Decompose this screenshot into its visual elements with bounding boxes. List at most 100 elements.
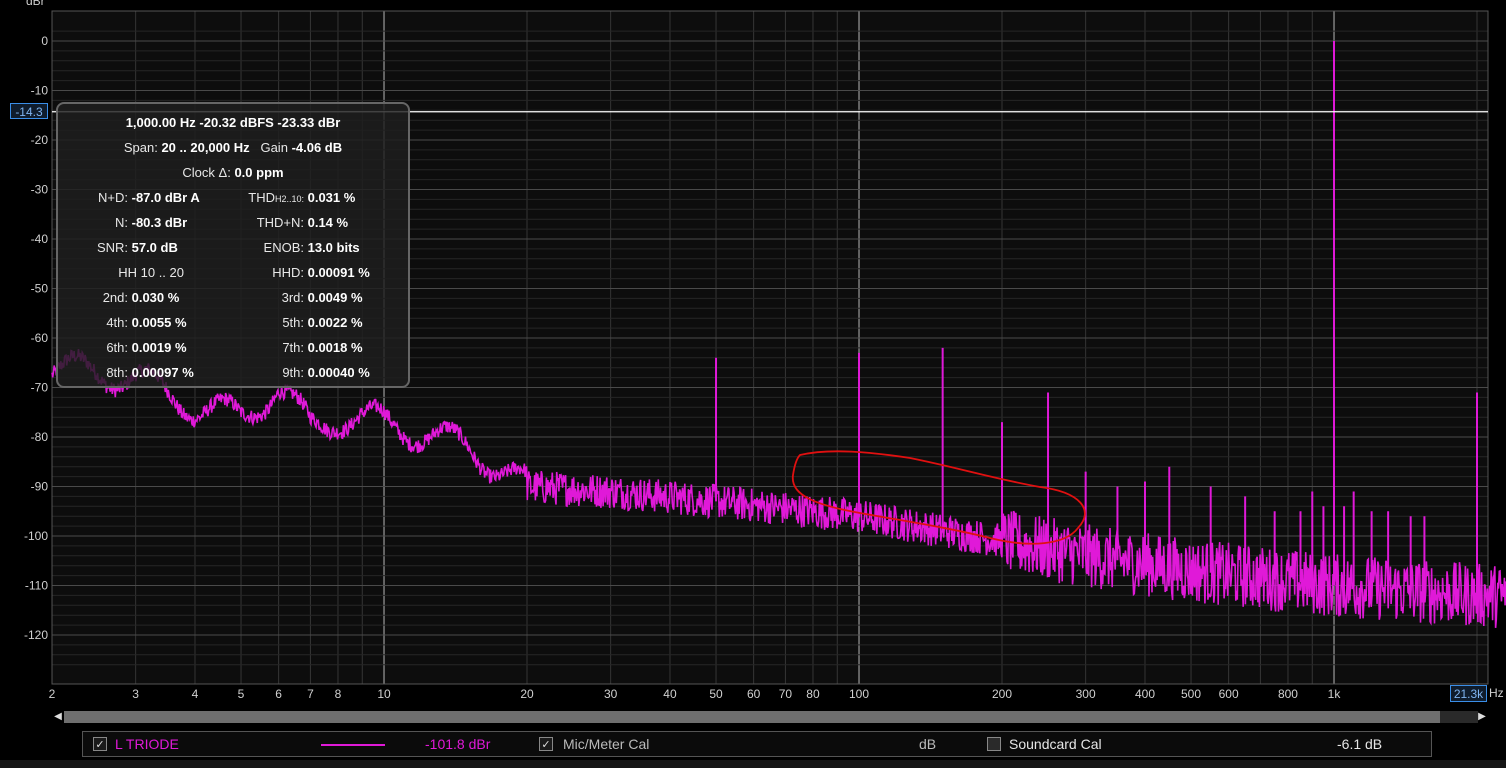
clock-value: 0.0 ppm bbox=[234, 165, 284, 180]
overlay-stat-right: 3rd: 0.0049 % bbox=[208, 290, 363, 305]
y-tick-label: -120 bbox=[24, 628, 48, 642]
overlay-stat-right: 9th: 0.00040 % bbox=[208, 365, 370, 380]
x-tick-label: 200 bbox=[992, 687, 1012, 701]
measurement-overlay[interactable]: 1,000.00 Hz -20.32 dBFS -23.33 dBr Span:… bbox=[56, 102, 410, 388]
overlay-stat-left: HH 10 .. 20 bbox=[58, 265, 184, 280]
x-unit-label: Hz bbox=[1489, 686, 1504, 700]
x-tick-label: 40 bbox=[663, 687, 677, 701]
overlay-stat-value: 13.0 bits bbox=[304, 240, 360, 255]
y-tick-label: -40 bbox=[31, 232, 49, 246]
y-unit-label: dBr bbox=[26, 0, 45, 8]
overlay-stat-label: 4th: bbox=[106, 315, 128, 330]
x-tick-label: 3 bbox=[132, 687, 139, 701]
overlay-stat-value: 0.0022 % bbox=[304, 315, 363, 330]
y-tick-label: -20 bbox=[31, 133, 49, 147]
overlay-stat-left: SNR: 57.0 dB bbox=[58, 240, 178, 255]
overlay-stat-value: 0.00091 % bbox=[304, 265, 370, 280]
y-tick-label: -10 bbox=[31, 84, 49, 98]
y-tick-label: -80 bbox=[31, 430, 49, 444]
x-tick-label: 2 bbox=[49, 687, 56, 701]
overlay-stat-label: 9th: bbox=[282, 365, 304, 380]
x-tick-label: 6 bbox=[275, 687, 282, 701]
status-strip bbox=[0, 760, 1506, 768]
overlay-stat-left: N: -80.3 dBr bbox=[58, 215, 187, 230]
y-tick-label: -110 bbox=[25, 579, 48, 593]
span-label: Span: bbox=[123, 140, 158, 155]
mic-cal-label[interactable]: Mic/Meter Cal bbox=[563, 736, 649, 752]
x-tick-label: 400 bbox=[1135, 687, 1155, 701]
soundcard-cal-label[interactable]: Soundcard Cal bbox=[1009, 736, 1102, 752]
overlay-stat-left: 4th: 0.0055 % bbox=[58, 315, 187, 330]
overlay-stat-right: 7th: 0.0018 % bbox=[208, 340, 362, 355]
soundcard-cal-checkbox[interactable]: ✓ bbox=[987, 737, 1001, 751]
gain-label: Gain bbox=[260, 140, 288, 155]
overlay-stat-left: 8th: 0.00097 % bbox=[58, 365, 194, 380]
overlay-stat-value: 0.14 % bbox=[304, 215, 349, 230]
overlay-stat-value: 0.0055 % bbox=[128, 315, 187, 330]
overlay-stat-label: HHD: bbox=[272, 265, 304, 280]
x-tick-label: 1k bbox=[1328, 687, 1342, 701]
overlay-stat-label: 3rd: bbox=[281, 290, 304, 305]
x-axis: 2 3 4 5 6 7 8 10 20 30 40 50 60 70 80 100 200 300 400 500 60… bbox=[49, 687, 1485, 701]
overlay-stat-value: 57.0 dB bbox=[128, 240, 178, 255]
overlay-stat-value: -80.3 dBr bbox=[128, 215, 188, 230]
overlay-stat-label: 2nd: bbox=[102, 290, 128, 305]
x-tick-label: 4 bbox=[192, 687, 199, 701]
overlay-stat-value: -87.0 dBr A bbox=[128, 190, 200, 205]
overlay-stat-sublabel: H2..10: bbox=[274, 194, 304, 204]
x-tick-label: 10 bbox=[377, 687, 391, 701]
x-tick-label: 800 bbox=[1278, 687, 1298, 701]
scroll-right-icon[interactable]: ▶ bbox=[1476, 710, 1488, 724]
overlay-stat-left: 6th: 0.0019 % bbox=[58, 340, 186, 355]
gain-value: -4.06 dB bbox=[291, 140, 343, 155]
x-tick-label: 7 bbox=[307, 687, 314, 701]
overlay-stat-label: 7th: bbox=[282, 340, 304, 355]
x-tick-label: 80 bbox=[806, 687, 820, 701]
channel-checkbox[interactable]: ✓ bbox=[93, 737, 107, 751]
overlay-stat-right: 5th: 0.0022 % bbox=[208, 315, 363, 330]
channel-value: -101.8 dBr bbox=[425, 736, 491, 752]
y-tick-label: -50 bbox=[31, 282, 49, 296]
scroll-thumb[interactable] bbox=[64, 711, 1440, 723]
soundcard-cal-value: -6.1 dB bbox=[1337, 736, 1383, 752]
y-tick-label: -60 bbox=[31, 331, 49, 345]
span-value: 20 .. 20,000 Hz bbox=[161, 140, 250, 155]
overlay-stat-value: 0.00040 % bbox=[304, 365, 370, 380]
overlay-stat-label: 5th: bbox=[282, 315, 304, 330]
overlay-stat-label: N: bbox=[115, 215, 128, 230]
overlay-stat-value: 0.0049 % bbox=[304, 290, 363, 305]
x-tick-label: 20 bbox=[520, 687, 534, 701]
overlay-clock-line: Clock Δ: 0.0 ppm bbox=[58, 165, 408, 180]
channel-name[interactable]: L TRIODE bbox=[115, 736, 179, 752]
overlay-stat-right: THD+N: 0.14 % bbox=[208, 215, 348, 230]
y-tick-label: -70 bbox=[31, 381, 49, 395]
overlay-stat-value: 0.00097 % bbox=[128, 365, 194, 380]
x-tick-label: 500 bbox=[1181, 687, 1201, 701]
horizontal-scrollbar[interactable]: ◀ ▶ bbox=[52, 709, 1490, 725]
x-tick-label: 8 bbox=[335, 687, 342, 701]
overlay-stat-left: 2nd: 0.030 % bbox=[58, 290, 180, 305]
x-tick-label: 600 bbox=[1219, 687, 1239, 701]
overlay-stat-left: N+D: -87.0 dBr A bbox=[58, 190, 200, 205]
overlay-stat-label: N+D: bbox=[98, 190, 128, 205]
clock-label: Clock Δ: bbox=[182, 165, 231, 180]
overlay-stat-value: 0.030 % bbox=[128, 290, 180, 305]
mic-cal-checkbox[interactable]: ✓ bbox=[539, 737, 553, 751]
cursor-level-readout[interactable]: -14.3 bbox=[10, 103, 48, 119]
y-axis: 0 -10 -20 -30 -40 -50 -60 -70 -80 -90 -100 -110 -120 bbox=[24, 34, 48, 642]
y-tick-label: 0 bbox=[41, 34, 48, 48]
overlay-stat-label: THD+N: bbox=[256, 215, 304, 230]
overlay-stat-right: HHD: 0.00091 % bbox=[208, 265, 370, 280]
y-tick-label: -100 bbox=[24, 529, 48, 543]
db-label: dB bbox=[919, 736, 937, 752]
overlay-stat-label: 8th: bbox=[106, 365, 128, 380]
frequency-marker-readout[interactable]: 21.3k bbox=[1450, 685, 1487, 702]
x-tick-label: 30 bbox=[604, 687, 618, 701]
overlay-stat-right: THDH2..10: 0.031 % bbox=[208, 190, 355, 205]
x-tick-label: 70 bbox=[779, 687, 793, 701]
overlay-summary-line: 1,000.00 Hz -20.32 dBFS -23.33 dBr bbox=[125, 115, 341, 130]
scroll-left-icon[interactable]: ◀ bbox=[52, 710, 64, 724]
x-tick-label: 60 bbox=[747, 687, 761, 701]
overlay-stat-right: ENOB: 13.0 bits bbox=[208, 240, 360, 255]
overlay-stat-label: 6th: bbox=[106, 340, 128, 355]
